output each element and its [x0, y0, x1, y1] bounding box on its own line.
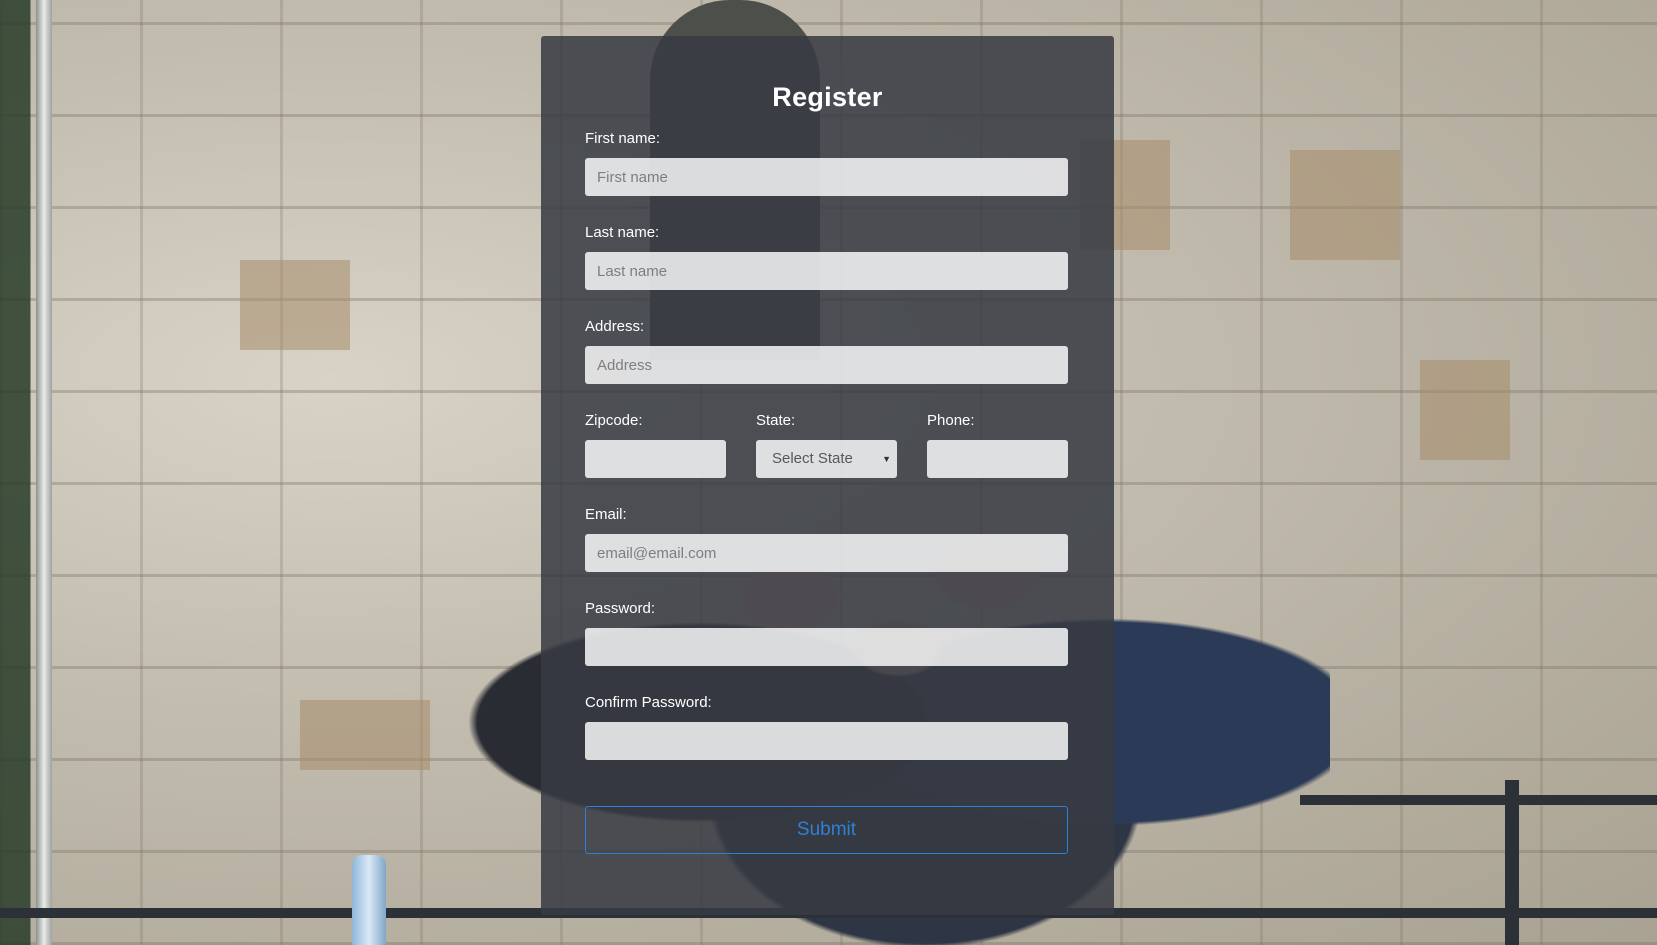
- background-railing-post: [1505, 780, 1519, 945]
- chevron-down-icon: ▼: [882, 454, 891, 464]
- zipcode-label: Zipcode:: [585, 412, 643, 429]
- background-water-bottle: [352, 855, 386, 945]
- zipcode-group: Zipcode:: [585, 412, 726, 478]
- last-name-input[interactable]: [585, 252, 1068, 290]
- password-input[interactable]: [585, 628, 1068, 666]
- phone-label: Phone:: [927, 412, 975, 429]
- background-railing: [1300, 795, 1657, 805]
- submit-button[interactable]: Submit: [585, 806, 1068, 854]
- address-label: Address:: [585, 318, 645, 335]
- address-group: Address:: [585, 318, 1068, 384]
- page: Register First name: Last name: Address:…: [0, 0, 1657, 945]
- zip-state-phone-row: Zipcode: State: Select State ▼ Phone:: [585, 412, 1068, 480]
- background-stone: [300, 700, 430, 770]
- confirm-password-group: Confirm Password:: [585, 694, 1068, 760]
- first-name-group: First name:: [585, 130, 1068, 196]
- last-name-label: Last name:: [585, 224, 660, 241]
- password-label: Password:: [585, 600, 656, 617]
- first-name-input[interactable]: [585, 158, 1068, 196]
- background-drainpipe: [36, 0, 52, 945]
- confirm-password-input[interactable]: [585, 722, 1068, 760]
- confirm-password-label: Confirm Password:: [585, 694, 712, 711]
- state-select-value: Select State: [772, 450, 853, 467]
- address-input[interactable]: [585, 346, 1068, 384]
- register-title: Register: [772, 82, 883, 112]
- register-card: Register First name: Last name: Address:…: [541, 36, 1114, 915]
- background-stone: [240, 260, 350, 350]
- state-label: State:: [756, 412, 796, 429]
- password-group: Password:: [585, 600, 1068, 666]
- phone-input[interactable]: [927, 440, 1068, 478]
- background-stone: [1420, 360, 1510, 460]
- first-name-label: First name:: [585, 130, 661, 147]
- phone-group: Phone:: [927, 412, 1068, 478]
- state-select[interactable]: Select State ▼: [756, 440, 897, 478]
- background-stone: [1290, 150, 1400, 260]
- last-name-group: Last name:: [585, 224, 1068, 290]
- email-input[interactable]: [585, 534, 1068, 572]
- email-group: Email:: [585, 506, 1068, 572]
- zipcode-input[interactable]: [585, 440, 726, 478]
- email-label: Email:: [585, 506, 627, 523]
- state-group: State: Select State ▼: [756, 412, 897, 478]
